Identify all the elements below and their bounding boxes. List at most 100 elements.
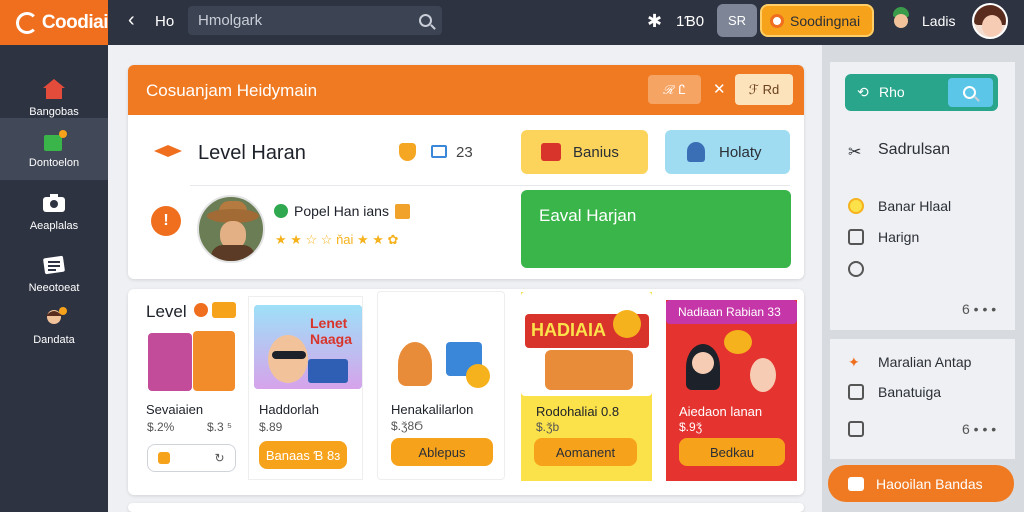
promo-banner: Cosuanjam Heidymain ℛ Ꮭ ✕ ℱ Rd — [128, 65, 804, 115]
right-row[interactable] — [848, 261, 878, 277]
holiday-label: Holaty — [719, 143, 762, 161]
coin-icon — [848, 198, 864, 214]
game-thumb — [193, 331, 235, 391]
party-icon: ✦ — [848, 354, 860, 370]
card-price: $.9ǯ — [679, 420, 703, 434]
level-count: 23 — [456, 144, 473, 161]
refresh-icon: ↻ — [214, 451, 225, 465]
more-menu[interactable]: 6 • • • — [962, 421, 996, 437]
level-banner-title: Eaval Harjan — [539, 206, 637, 225]
banner-action-button[interactable]: ℛ Ꮭ — [648, 75, 701, 104]
right-row[interactable]: Banar Hlaal — [848, 198, 951, 214]
right-row[interactable]: Harign — [848, 229, 919, 245]
right-row-label: Banar Hlaal — [878, 198, 952, 214]
sidebar-item-label: Dandata — [33, 334, 75, 346]
player-name: Popel Han ians — [294, 203, 389, 219]
card-price: $.3 ⁵ — [207, 420, 232, 434]
top-bar: Coodiai ‹ Ho Hmolgark ✱ 1Ɓ0 SR Soodingna… — [0, 0, 1024, 45]
card-header: Nadiaan Rabian 33 — [666, 300, 797, 324]
card-label: Henakalilarlon — [391, 402, 474, 417]
arrow-icon — [154, 145, 182, 157]
user-name[interactable]: Ladis — [922, 13, 955, 29]
level-banner[interactable]: Eaval Harjan — [521, 190, 791, 268]
search-placeholder: Hmolgark — [198, 12, 263, 29]
shield-icon — [399, 143, 416, 161]
chart-icon — [848, 229, 864, 245]
card-label: Sevaiaien — [146, 402, 204, 417]
coin-icon — [158, 452, 171, 464]
search-input[interactable]: Hmolgark — [188, 6, 442, 35]
top-cta-button[interactable]: Soodingnai — [760, 4, 874, 37]
right-cta-button[interactable]: Haooilan Bandas — [828, 465, 1014, 502]
puzzle-icon — [42, 129, 67, 151]
sidebar-item-label: Dontoelon — [28, 157, 80, 169]
right-row[interactable]: Banatuiga — [848, 384, 941, 400]
level-title: Level Haran — [198, 142, 306, 164]
card-toggle-button[interactable]: ↻ — [147, 444, 236, 472]
card-buy-button[interactable]: Bedkau — [679, 438, 785, 466]
right-search-label: Rho — [879, 84, 905, 100]
logo-text: Coodiai — [41, 11, 109, 33]
card-price: $.ǯ8Ϭ — [391, 419, 424, 433]
clock-icon — [848, 421, 864, 437]
holiday-button[interactable]: Holaty — [665, 130, 790, 174]
right-cta-label: Haooilan Bandas — [876, 475, 983, 492]
more-menu[interactable]: 6 • • • — [962, 301, 996, 317]
close-icon[interactable]: ✕ — [713, 80, 726, 98]
sidebar-item-label: Aeaplalas — [29, 220, 79, 232]
cta-ring-icon — [770, 13, 784, 28]
top-cta-label: Soodingnai — [790, 12, 861, 29]
gamepad-icon — [42, 254, 66, 276]
right-search-button[interactable] — [948, 78, 993, 107]
card-buy-button[interactable]: Aomanent — [534, 438, 637, 466]
game-thumb — [680, 326, 790, 398]
search-icon — [963, 86, 976, 99]
rating-text: ★ ★ ☆ ☆ ňai ★ ★ ✿ — [275, 232, 399, 247]
profile-avatar[interactable] — [972, 3, 1008, 39]
search-icon[interactable] — [419, 14, 432, 27]
next-panel — [128, 503, 804, 512]
banner-title: Cosuanjam Heidymain — [146, 81, 318, 100]
banner-secondary-button[interactable]: ℱ Rd — [735, 74, 793, 105]
sidebar-item-aeaplalas[interactable]: Aeaplalas — [0, 181, 108, 243]
tag-icon — [212, 302, 236, 318]
home-icon — [42, 78, 66, 100]
user-mini-avatar[interactable] — [891, 7, 911, 31]
card-price: $.89 — [259, 420, 283, 434]
online-status-icon — [274, 204, 288, 218]
card-price: $.2% — [147, 420, 175, 434]
sidebar: Bangobas Dontoelon Aeaplalas Neeotoeat D… — [0, 45, 108, 512]
right-search[interactable]: ⟲ Rho — [845, 74, 998, 111]
sidebar-item-dontoelon[interactable]: Dontoelon — [0, 118, 108, 180]
right-row[interactable]: ✦ Maralian Antap — [848, 354, 971, 370]
bonus-button[interactable]: Banius — [521, 130, 648, 174]
alert-icon[interactable]: ! — [151, 206, 181, 236]
gift-icon — [541, 143, 561, 161]
sr-button[interactable]: SR — [717, 4, 757, 37]
back-label[interactable]: Ho — [155, 13, 174, 30]
player-avatar[interactable] — [197, 195, 265, 263]
card-icon — [431, 145, 447, 158]
card-buy-button[interactable]: Ablepus — [391, 438, 493, 466]
camera-icon — [42, 192, 66, 214]
logo-icon — [16, 11, 38, 34]
right-row[interactable]: ✂ Sadrulsan — [848, 141, 951, 161]
folder-icon — [848, 384, 864, 400]
key-icon — [848, 261, 864, 277]
card-price: $.ǯb — [536, 420, 560, 434]
game-thumb: HADIAIA — [521, 292, 652, 396]
back-arrow-icon[interactable]: ‹ — [128, 9, 135, 32]
right-row-label: Harign — [878, 229, 920, 245]
card-label: Rodohaliai 0.8 — [536, 404, 620, 419]
sidebar-item-dandata[interactable]: Dandata — [0, 295, 108, 357]
card-buy-button[interactable]: Banaas Ɓ 8ɜ — [259, 441, 347, 469]
game-thumb: Lenet Naaga — [254, 305, 362, 389]
game-thumb — [398, 338, 496, 394]
right-row-label: Banatuiga — [878, 384, 942, 400]
thumb-title: Lenet Naaga — [310, 315, 353, 347]
right-row-label: Sadrulsan — [878, 141, 951, 158]
trophy-icon[interactable]: ✱ — [647, 11, 662, 32]
tag-icon: ⟲ — [857, 84, 869, 100]
right-row[interactable] — [848, 421, 878, 437]
app-logo[interactable]: Coodiai — [0, 0, 109, 45]
